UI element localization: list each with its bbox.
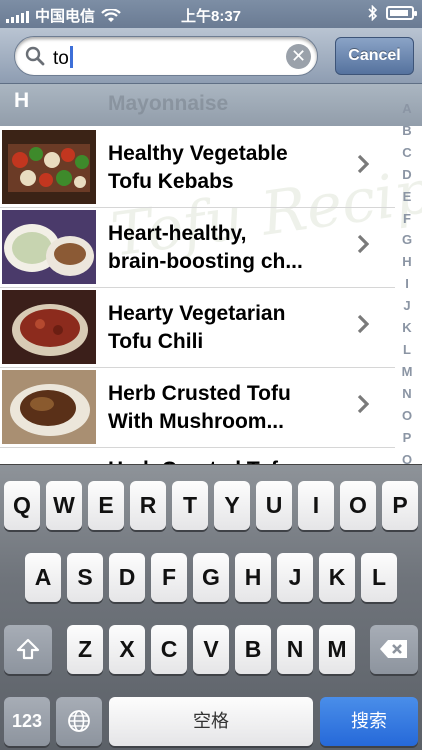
index-letter[interactable]: C [402, 142, 411, 164]
recipe-title: Hearty Vegetarian Tofu Chili [108, 302, 286, 353]
key-n[interactable]: N [277, 625, 313, 674]
globe-icon [68, 710, 90, 732]
key-v[interactable]: V [193, 625, 229, 674]
section-letter: H [14, 89, 30, 112]
section-ghost-label: Mayonnaise [108, 92, 229, 115]
keyboard: Q W E R T Y U I O P A S D F G H J K L Z … [0, 464, 422, 750]
section-header: H Mayonnaise [0, 84, 422, 126]
chevron-right-icon [357, 314, 369, 334]
backspace-icon [380, 640, 407, 658]
list-item[interactable]: Healthy Vegetable Tofu Kebabs [0, 128, 395, 208]
index-letter[interactable]: F [403, 208, 411, 230]
index-letter[interactable]: P [403, 427, 412, 449]
clear-search-icon[interactable]: ✕ [286, 44, 311, 69]
key-u[interactable]: U [256, 481, 292, 530]
key-x[interactable]: X [109, 625, 145, 674]
recipe-thumbnail [2, 130, 96, 204]
index-letter[interactable]: E [403, 186, 412, 208]
text-caret [69, 46, 73, 68]
search-input[interactable]: to ✕ [14, 36, 318, 76]
recipe-title: Herb Crusted Tofu With Mushroom... [108, 382, 291, 433]
space-key[interactable]: 空格 [109, 697, 313, 746]
key-l[interactable]: L [361, 553, 397, 602]
key-e[interactable]: E [88, 481, 124, 530]
search-bar: to ✕ Cancel [0, 28, 422, 84]
key-c[interactable]: C [151, 625, 187, 674]
chevron-right-icon [357, 154, 369, 174]
index-letter[interactable]: L [403, 339, 411, 361]
key-z[interactable]: Z [67, 625, 103, 674]
shift-key[interactable] [4, 625, 52, 674]
list-item[interactable]: Hearty Vegetarian Tofu Chili [0, 288, 395, 368]
index-letter[interactable]: N [402, 383, 411, 405]
key-j[interactable]: J [277, 553, 313, 602]
recipe-thumbnail [2, 210, 96, 284]
index-letter[interactable]: M [402, 361, 413, 383]
key-a[interactable]: A [25, 553, 61, 602]
search-icon [25, 46, 45, 66]
list-item[interactable]: Heart-healthy, brain-boosting ch... [0, 208, 395, 288]
numbers-key[interactable]: 123 [4, 697, 50, 746]
key-r[interactable]: R [130, 481, 166, 530]
index-letter[interactable]: D [402, 164, 411, 186]
key-f[interactable]: F [151, 553, 187, 602]
index-letter[interactable]: J [403, 295, 410, 317]
bluetooth-icon [368, 5, 378, 21]
recipe-title: Heart-healthy, brain-boosting ch... [108, 222, 303, 273]
cancel-button[interactable]: Cancel [335, 37, 414, 75]
key-y[interactable]: Y [214, 481, 250, 530]
recipe-list[interactable]: Tofu Recipes Healthy Vegetable Tofu Keba… [0, 84, 422, 464]
search-key[interactable]: 搜索 [320, 697, 418, 746]
index-letter[interactable]: I [405, 273, 409, 295]
key-h[interactable]: H [235, 553, 271, 602]
recipe-thumbnail [2, 370, 96, 444]
recipe-title: Healthy Vegetable Tofu Kebabs [108, 142, 288, 193]
key-o[interactable]: O [340, 481, 376, 530]
list-item[interactable]: Herb Crusted Tofu [0, 448, 395, 464]
index-letter[interactable]: Q [402, 449, 412, 465]
status-time: 上午8:37 [180, 8, 242, 25]
key-w[interactable]: W [46, 481, 82, 530]
key-t[interactable]: T [172, 481, 208, 530]
battery-icon [386, 6, 417, 20]
key-s[interactable]: S [67, 553, 103, 602]
globe-key[interactable] [56, 697, 102, 746]
index-letter[interactable]: K [402, 317, 411, 339]
key-k[interactable]: K [319, 553, 355, 602]
key-d[interactable]: D [109, 553, 145, 602]
shift-icon [16, 638, 40, 660]
chevron-right-icon [357, 234, 369, 254]
recipe-thumbnail [2, 290, 96, 364]
recipe-title: Herb Crusted Tofu [108, 456, 348, 464]
index-letter[interactable]: G [402, 229, 412, 251]
key-i[interactable]: I [298, 481, 334, 530]
delete-key[interactable] [370, 625, 418, 674]
status-bar: 中国电信 上午8:37 [0, 0, 422, 28]
key-p[interactable]: P [382, 481, 418, 530]
key-q[interactable]: Q [4, 481, 40, 530]
search-value: to [53, 48, 69, 69]
key-g[interactable]: G [193, 553, 229, 602]
chevron-right-icon [357, 394, 369, 414]
index-letter[interactable]: O [402, 405, 412, 427]
index-letter[interactable]: B [402, 120, 411, 142]
index-letter[interactable]: A [402, 98, 411, 120]
list-item[interactable]: Herb Crusted Tofu With Mushroom... [0, 368, 395, 448]
key-b[interactable]: B [235, 625, 271, 674]
index-letter[interactable]: H [402, 251, 411, 273]
section-index[interactable]: A B C D E F G H I J K L M N O P Q [396, 98, 418, 464]
key-m[interactable]: M [319, 625, 355, 674]
